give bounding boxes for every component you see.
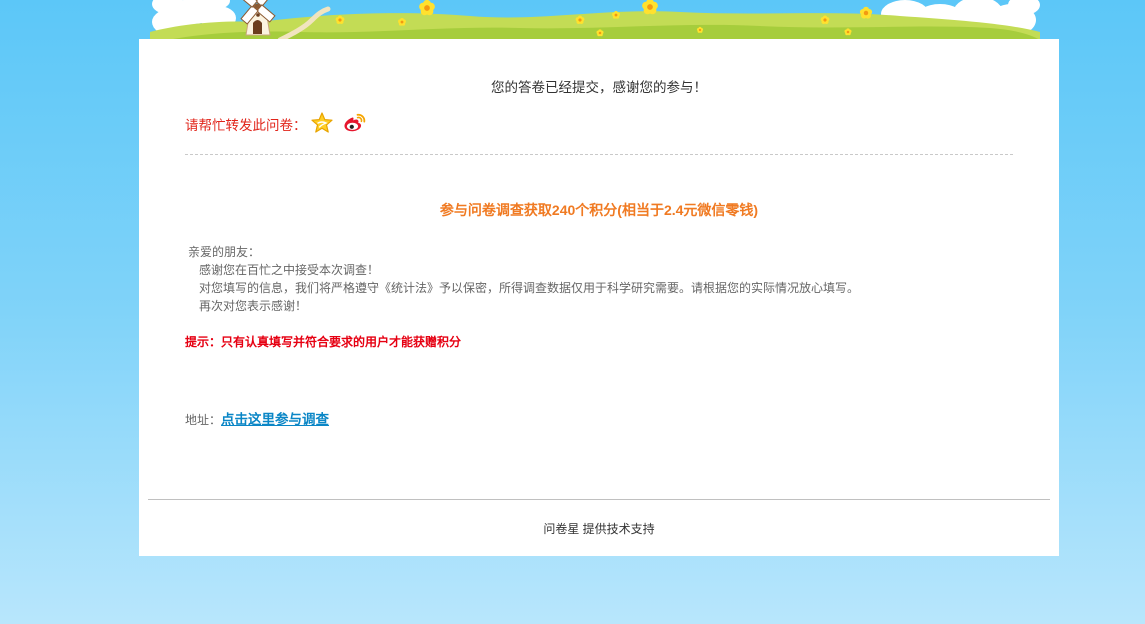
flower: [859, 6, 873, 19]
promo-tip: 提示：只有认真填写并符合要求的用户才能获赠积分: [185, 335, 462, 349]
promo-greeting: 亲爱的朋友：: [188, 245, 261, 259]
header-banner: [150, 0, 1040, 44]
share-label: 请帮忙转发此问卷：: [185, 118, 307, 133]
qzone-icon[interactable]: [311, 112, 333, 133]
flower: [642, 0, 658, 15]
dashed-divider: [185, 154, 1013, 155]
flower: [419, 0, 435, 16]
footer-brand-link[interactable]: 问卷星: [543, 522, 579, 536]
promo-line: 再次对您表示感谢！: [199, 299, 308, 313]
address-row: 地址：点击这里参与调查: [185, 410, 329, 430]
footer: 问卷星 提供技术支持: [139, 520, 1059, 538]
address-label: 地址：: [185, 413, 222, 427]
promo-title: 参与问卷调查获取240个积分(相当于2.4元微信零钱): [439, 202, 759, 218]
promo-line: 感谢您在百忙之中接受本次调查！: [199, 263, 380, 277]
survey-link[interactable]: 点击这里参与调查: [221, 412, 329, 427]
footer-divider: [148, 499, 1050, 500]
submitted-message: 您的答卷已经提交，感谢您的参与！: [491, 80, 707, 95]
footer-support-text: 提供技术支持: [582, 522, 655, 536]
weibo-icon[interactable]: [343, 113, 366, 132]
result-card: 您的答卷已经提交，感谢您的参与！ 请帮忙转发此问卷： 参与问卷调查获取240个积…: [139, 39, 1059, 556]
promo-line: 对您填写的信息，我们将严格遵守《统计法》予以保密，所得调查数据仅用于科学研究需要…: [199, 281, 860, 295]
